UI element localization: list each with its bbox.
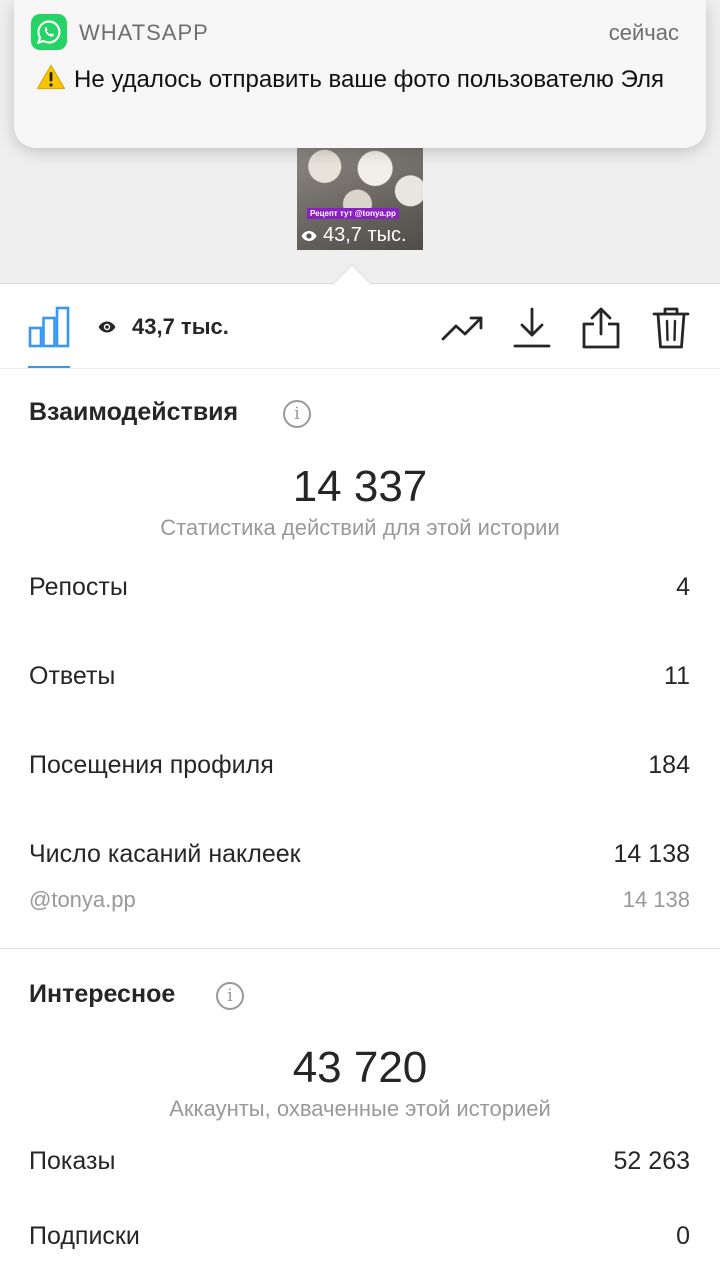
info-icon[interactable]: i bbox=[216, 982, 244, 1010]
sticker-mention-value: 14 138 bbox=[622, 887, 690, 912]
stat-label-follows: Подписки bbox=[29, 1222, 140, 1250]
trend-icon bbox=[441, 316, 483, 341]
section-divider bbox=[0, 948, 720, 949]
notification-message: Не удалось отправить ваше фото пользоват… bbox=[74, 66, 665, 93]
whatsapp-icon bbox=[31, 14, 67, 50]
trash-icon bbox=[652, 307, 690, 349]
story-insights-screen: Рецепт тут @tonya.pp 43,7 тыс. WHATSAPP … bbox=[0, 0, 720, 1280]
toolbar-views-count: 43,7 тыс. bbox=[132, 314, 229, 339]
active-tab-indicator bbox=[28, 366, 70, 368]
sticker-mention-label: @tonya.pp bbox=[29, 887, 136, 912]
bar-chart-icon[interactable] bbox=[28, 306, 70, 348]
stat-value-impressions: 52 263 bbox=[613, 1147, 690, 1175]
eye-icon bbox=[301, 230, 317, 241]
insights-toolbar: 43,7 тыс. bbox=[0, 284, 720, 369]
stat-label-replies: Ответы bbox=[29, 662, 116, 690]
promote-button[interactable] bbox=[441, 306, 485, 350]
thumbnail-views: 43,7 тыс. bbox=[301, 224, 407, 247]
interactions-total: 14 337 bbox=[292, 462, 428, 511]
notification-message-wrapper: Не удалось отправить ваше фото пользоват… bbox=[36, 64, 676, 96]
interactions-caption: Статистика действий для этой истории bbox=[160, 515, 560, 540]
download-button[interactable] bbox=[510, 306, 554, 350]
notification-app-name: WHATSAPP bbox=[79, 20, 209, 45]
stat-value-reposts: 4 bbox=[676, 573, 690, 601]
share-button[interactable] bbox=[579, 306, 623, 350]
share-icon bbox=[582, 307, 620, 349]
interactions-title: Взаимодействия bbox=[29, 398, 239, 426]
eye-icon bbox=[98, 321, 116, 333]
whatsapp-notification[interactable]: WHATSAPP сейчас Не удалось отправить ваш… bbox=[14, 0, 706, 148]
discovery-total: 43 720 bbox=[292, 1043, 428, 1092]
stat-label-profile-visits: Посещения профиля bbox=[29, 751, 274, 779]
stat-value-sticker-taps: 14 138 bbox=[613, 840, 690, 868]
stat-label-sticker-taps: Число касаний наклеек bbox=[29, 840, 301, 868]
stat-value-follows: 0 bbox=[676, 1222, 690, 1250]
discovery-title: Интересное bbox=[29, 980, 176, 1008]
story-thumbnail[interactable]: Рецепт тут @tonya.pp 43,7 тыс. bbox=[297, 148, 423, 250]
stat-label-reposts: Репосты bbox=[29, 573, 128, 601]
discovery-caption: Аккаунты, охваченные этой историей bbox=[169, 1096, 551, 1121]
info-icon[interactable]: i bbox=[283, 400, 311, 428]
warning-icon bbox=[36, 64, 66, 90]
thumbnail-mention-sticker: Рецепт тут @tonya.pp bbox=[307, 208, 399, 219]
toolbar-views: 43,7 тыс. bbox=[98, 314, 229, 340]
delete-button[interactable] bbox=[649, 306, 693, 350]
stat-value-replies: 11 bbox=[664, 662, 690, 690]
thumbnail-views-count: 43,7 тыс. bbox=[323, 224, 407, 246]
stat-label-impressions: Показы bbox=[29, 1147, 116, 1175]
download-icon bbox=[513, 307, 551, 348]
notification-time: сейчас bbox=[608, 20, 679, 45]
stat-value-profile-visits: 184 bbox=[648, 751, 690, 779]
